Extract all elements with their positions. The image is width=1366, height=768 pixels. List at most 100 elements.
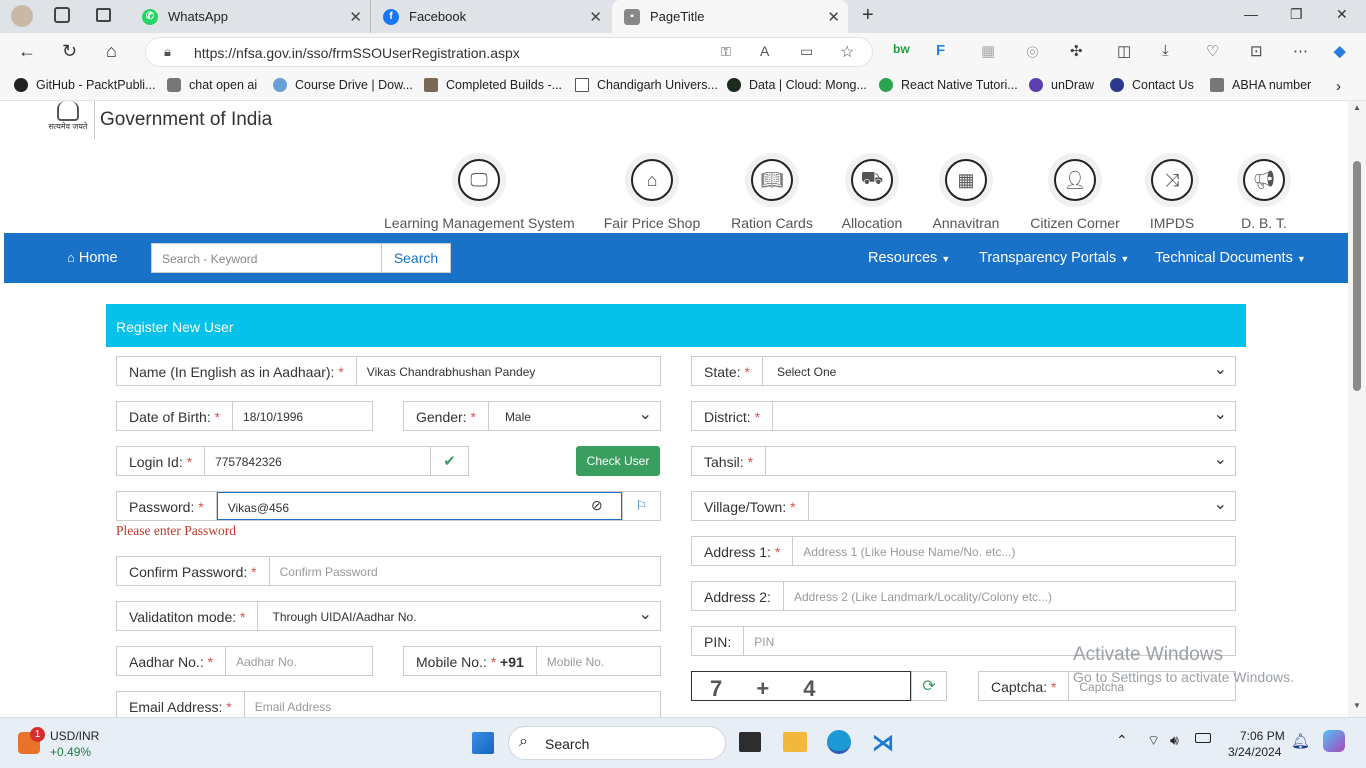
clock-time[interactable]: 7:06 PM (1240, 729, 1285, 743)
transparency-dropdown[interactable]: Transparency Portals ▼ (979, 250, 1129, 266)
scroll-down-icon[interactable]: ▼ (1353, 701, 1361, 710)
bookmark-react-native[interactable]: React Native Tutori... (879, 78, 1018, 92)
login-input[interactable]: 7757842326 (205, 447, 430, 475)
allocation-link[interactable]: ⛟ Allocation (832, 153, 912, 231)
page-scrollbar[interactable]: ▲ ▼ (1348, 101, 1366, 717)
close-window-button[interactable]: ✕ (1336, 6, 1348, 23)
lock-icon[interactable]: 🔒︎ (164, 44, 171, 60)
split-screen-icon[interactable]: ◫ (1117, 42, 1131, 60)
tab-pagetitle[interactable]: ▪ PageTitle ✕ (612, 0, 848, 33)
scroll-up-icon[interactable]: ▲ (1353, 103, 1361, 112)
tab-actions-icon[interactable] (96, 8, 111, 22)
restore-button[interactable]: ❐ (1290, 6, 1303, 23)
gender-select[interactable]: Male (489, 402, 660, 430)
eye-slash-icon[interactable]: ⊘ (591, 497, 603, 514)
state-select[interactable]: Select One (763, 357, 1235, 385)
start-windows-icon[interactable] (472, 732, 494, 754)
bookmark-mongodb[interactable]: Data | Cloud: Mong... (727, 78, 867, 92)
bookmark-completed-builds[interactable]: Completed Builds -... (424, 78, 562, 92)
volume-icon[interactable]: 🔊︎ (1170, 732, 1179, 749)
screenshot-icon[interactable]: ⊡ (1250, 42, 1263, 60)
more-menu-icon[interactable]: ⋯ (1293, 42, 1308, 60)
bookmark-undraw[interactable]: unDraw (1029, 78, 1094, 92)
home-nav-link[interactable]: ⌂ Home (67, 250, 118, 266)
immersive-reader-icon[interactable]: ▭ (800, 43, 813, 60)
aadhar-input[interactable]: Aadhar No. (226, 647, 372, 675)
vscode-icon[interactable]: ⋊ (872, 730, 894, 756)
bookmark-github[interactable]: GitHub - PacktPubli... (14, 78, 156, 92)
show-hidden-icons[interactable]: ⌃ (1116, 732, 1128, 749)
bookmark-abha[interactable]: ABHA number (1210, 78, 1311, 92)
impds-link[interactable]: ⤨ IMPDS (1137, 153, 1207, 231)
bookmark-course-drive[interactable]: Course Drive | Dow... (273, 78, 413, 92)
stock-name: USD/INR (50, 729, 100, 743)
notification-bell-icon[interactable]: 🔔︎ (1291, 732, 1310, 750)
close-tab-icon[interactable]: ✕ (589, 8, 602, 26)
keyword-search-input[interactable]: Search - Keyword (151, 243, 382, 273)
fair-price-shop-link[interactable]: ⌂ Fair Price Shop (602, 153, 702, 231)
scroll-thumb[interactable] (1353, 161, 1361, 391)
bookmark-chandigarh[interactable]: Chandigarh Univers... (575, 78, 718, 92)
dob-input[interactable]: 18/10/1996 (233, 402, 372, 430)
search-button[interactable]: Search (381, 243, 451, 273)
captcha-label: Captcha: * (979, 672, 1070, 700)
builds-icon (424, 78, 438, 92)
taskbar-search-box[interactable]: ⌕ Search (508, 726, 726, 760)
back-icon[interactable]: ← (18, 41, 36, 62)
profile-avatar[interactable] (11, 5, 33, 27)
wifi-icon[interactable]: ⌔ (1147, 732, 1160, 750)
read-aloud-icon[interactable]: A (760, 43, 769, 59)
annavitran-link[interactable]: ▦ Annavitran (926, 153, 1006, 231)
bookmarks-more-chevron-icon[interactable]: › (1336, 78, 1341, 95)
village-select[interactable] (809, 492, 1235, 520)
email-input[interactable]: Email Address (245, 692, 660, 717)
password-input[interactable]: Vikas@456 (216, 492, 622, 520)
refresh-icon[interactable]: ↻ (62, 41, 77, 62)
validation-mode-select[interactable]: Through UIDAI/Aadhar No. (258, 602, 660, 630)
close-tab-icon[interactable]: ✕ (827, 8, 840, 26)
minimize-button[interactable]: — (1244, 6, 1258, 22)
check-user-button[interactable]: Check User (576, 446, 660, 476)
extension-circle-icon[interactable]: ◎ (1026, 42, 1039, 60)
extension-grid-icon[interactable]: ▦ (981, 42, 995, 60)
file-explorer-icon[interactable] (783, 732, 807, 752)
lms-link[interactable]: 🖵 Learning Management System (384, 153, 575, 231)
address2-input[interactable]: Address 2 (Like Landmark/Locality/Colony… (784, 582, 1235, 610)
copilot-taskbar-icon[interactable] (1323, 730, 1345, 752)
downloads-icon[interactable]: ⤓ (1162, 42, 1169, 59)
citizen-corner-link[interactable]: 👤︎ Citizen Corner (1025, 153, 1125, 231)
close-tab-icon[interactable]: ✕ (349, 8, 362, 26)
url-field[interactable]: 🔒︎ https://nfsa.gov.in/sso/frmSSOUserReg… (145, 37, 873, 67)
tab-facebook[interactable]: f Facebook ✕ (370, 0, 610, 33)
annavitran-label: Annavitran (932, 215, 1000, 231)
workspaces-icon[interactable] (54, 7, 70, 23)
home-icon[interactable]: ⌂ (106, 41, 117, 62)
performance-icon[interactable]: ♡ (1206, 42, 1219, 60)
extension-f-icon[interactable]: F (936, 42, 945, 59)
address1-input[interactable]: Address 1 (Like House Name/No. etc...) (793, 537, 1235, 565)
clock-date[interactable]: 3/24/2024 (1228, 745, 1281, 759)
resources-dropdown[interactable]: Resources ▼ (868, 250, 950, 266)
extensions-puzzle-icon[interactable]: ✣ (1070, 42, 1083, 60)
edge-browser-icon[interactable] (827, 730, 851, 754)
bookmark-chat-open-ai[interactable]: chat open ai (167, 78, 257, 92)
tab-whatsapp[interactable]: ✆ WhatsApp ✕ (130, 0, 370, 33)
dbt-link[interactable]: 📢︎ D. B. T. (1229, 153, 1299, 231)
mobile-input[interactable]: Mobile No. (537, 647, 660, 675)
key-icon[interactable]: ⚿ (721, 44, 731, 60)
technical-docs-dropdown[interactable]: Technical Documents ▼ (1155, 250, 1306, 266)
ration-cards-link[interactable]: 📖︎ Ration Cards (722, 153, 822, 231)
tahsil-select[interactable] (766, 447, 1235, 475)
copilot-icon[interactable]: ◆ (1334, 42, 1346, 60)
task-view-icon[interactable] (739, 732, 761, 752)
district-select[interactable] (773, 402, 1235, 430)
confirm-password-input[interactable]: Confirm Password (270, 557, 660, 585)
extension-bw-icon[interactable]: bw (893, 42, 910, 56)
bookmark-contact-us[interactable]: Contact Us (1110, 78, 1194, 92)
refresh-captcha-icon[interactable]: ⟳ (911, 671, 947, 701)
favorite-star-icon[interactable]: ☆ (840, 42, 854, 62)
flag-icon[interactable]: ⚐ (622, 492, 660, 520)
battery-icon[interactable] (1195, 733, 1211, 743)
name-input[interactable]: Vikas Chandrabhushan Pandey (357, 357, 660, 385)
new-tab-button[interactable]: + (862, 4, 874, 27)
